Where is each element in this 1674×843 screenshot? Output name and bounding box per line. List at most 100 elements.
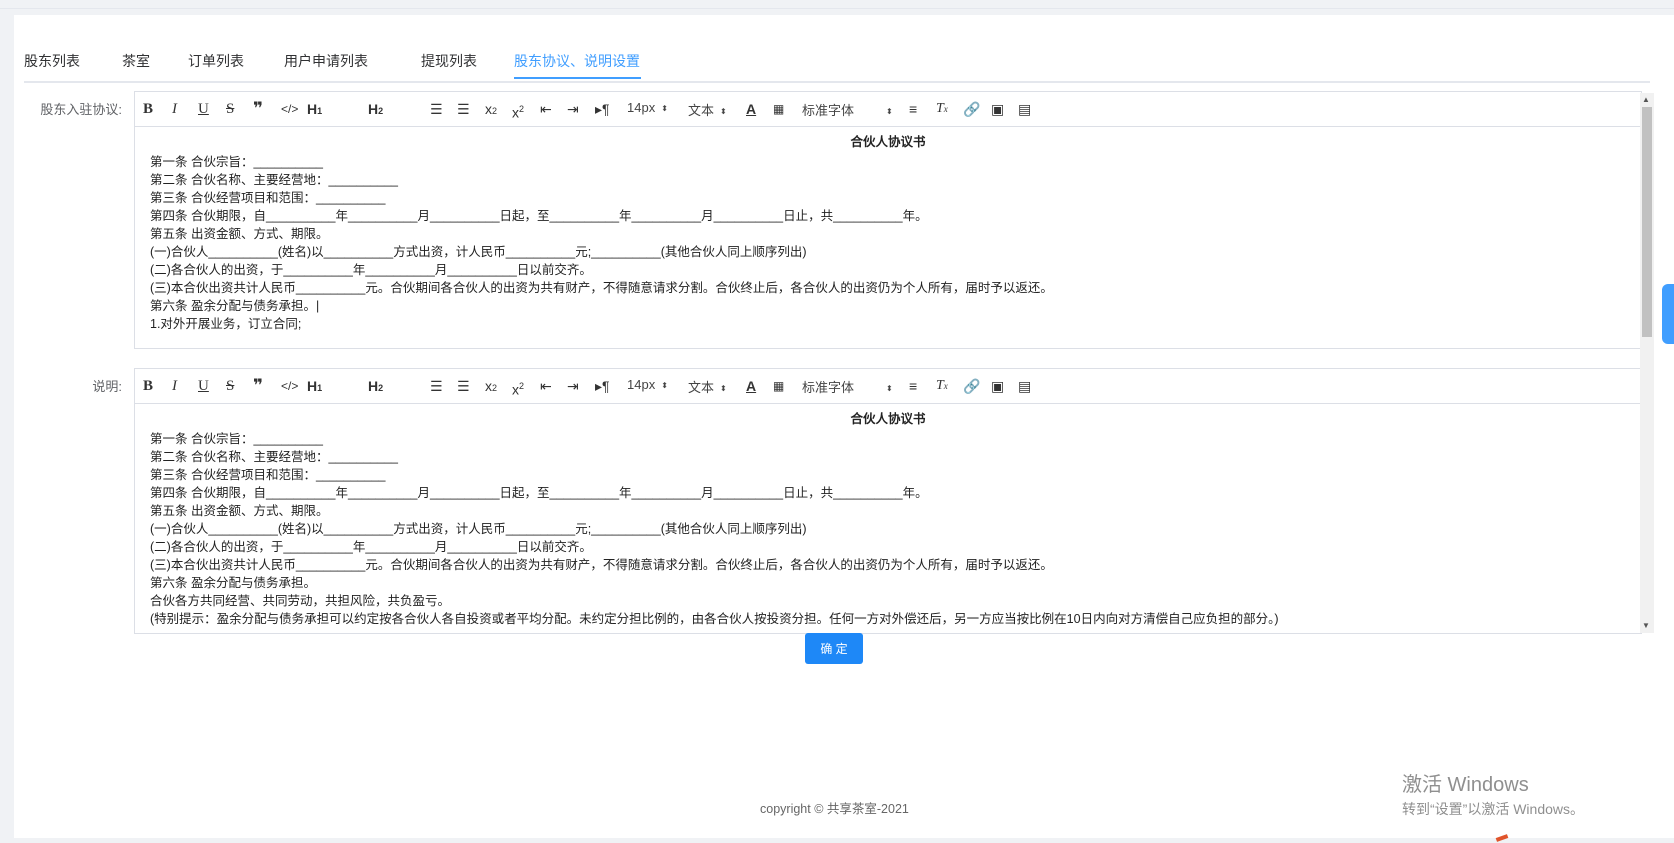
- agreement-editor: B I U S ❞ </> H1 H2 ☰ ☰ x2 x2 ⇤ ⇥ ▸¶ 14p…: [134, 91, 1642, 349]
- doc-line: 第四条 合伙期限，自__________年__________月________…: [150, 209, 928, 223]
- windows-activation-watermark: 激活 Windows 转到“设置”以激活 Windows。: [1402, 768, 1584, 819]
- watermark-subtitle: 转到“设置”以激活 Windows。: [1402, 801, 1585, 817]
- chevron-updown-icon: ⬍: [720, 384, 727, 394]
- text-type-picker[interactable]: 文本 ⬍: [688, 377, 727, 396]
- scroll-up-icon[interactable]: ▲: [1642, 95, 1650, 104]
- doc-line: 合伙各方共同经营、共同劳动，共担风险，共负盈亏。: [150, 594, 451, 608]
- doc-line: 第四条 合伙期限，自__________年__________月________…: [150, 486, 928, 500]
- agreement-editor-content[interactable]: 合伙人协议书 第一条 合伙宗旨：__________ 第二条 合伙名称、主要经营…: [135, 127, 1641, 348]
- superscript-icon[interactable]: x2: [512, 377, 524, 399]
- indent-icon[interactable]: ⇥: [567, 100, 579, 118]
- background-color-icon[interactable]: ▦: [773, 377, 784, 395]
- doc-line: 第六条 盈余分配与债务承担。|: [150, 299, 320, 313]
- link-icon[interactable]: 🔗: [963, 100, 980, 118]
- doc-line: (三)本合伙出资共计人民币__________元。合伙期间各合伙人的出资为共有财…: [150, 558, 1053, 572]
- doc-line: 第三条 合伙经营项目和范围：__________: [150, 191, 386, 205]
- font-family-picker[interactable]: 标准字体 ⬍: [802, 100, 893, 119]
- bold-icon[interactable]: B: [143, 377, 153, 395]
- h2-icon[interactable]: H2: [368, 100, 383, 120]
- subscript-icon[interactable]: x2: [485, 377, 497, 397]
- tab-order-list[interactable]: 订单列表: [188, 51, 244, 71]
- underline-icon[interactable]: U: [198, 100, 209, 118]
- clean-format-icon[interactable]: Tx: [936, 377, 948, 395]
- font-color-icon[interactable]: A: [746, 100, 756, 118]
- italic-icon[interactable]: I: [172, 377, 177, 395]
- image-icon[interactable]: ▣: [991, 377, 1004, 395]
- watermark-title: 激活 Windows: [1402, 774, 1529, 796]
- doc-line: 第五条 出资金额、方式、期限。: [150, 227, 329, 241]
- rtl-icon[interactable]: ▸¶: [595, 377, 610, 395]
- editor-toolbar: B I U S ❞ </> H1 H2 ☰ ☰ x2 x2 ⇤ ⇥ ▸¶ 14p…: [135, 369, 1641, 404]
- doc-line: (二)各合伙人的出资，于__________年__________月______…: [150, 540, 592, 554]
- outdent-icon[interactable]: ⇤: [540, 100, 552, 118]
- doc-line: 第三条 合伙经营项目和范围：__________: [150, 468, 386, 482]
- align-icon[interactable]: ≡: [909, 100, 917, 118]
- font-size-picker[interactable]: 14px ⬍: [627, 377, 668, 392]
- bold-icon[interactable]: B: [143, 100, 153, 118]
- font-family-picker[interactable]: 标准字体 ⬍: [802, 377, 893, 396]
- strike-icon[interactable]: S: [226, 377, 234, 395]
- doc-line: 第五条 出资金额、方式、期限。: [150, 504, 329, 518]
- active-tab-indicator: [514, 77, 641, 79]
- tab-withdrawal-list[interactable]: 提现列表: [421, 51, 477, 71]
- description-editor: B I U S ❞ </> H1 H2 ☰ ☰ x2 x2 ⇤ ⇥ ▸¶ 14p…: [134, 368, 1642, 634]
- indent-icon[interactable]: ⇥: [567, 377, 579, 395]
- chevron-updown-icon: ⬍: [886, 107, 893, 117]
- doc-line: 第一条 合伙宗旨：__________: [150, 155, 323, 169]
- strike-icon[interactable]: S: [226, 100, 234, 118]
- side-float-tab[interactable]: [1662, 284, 1674, 344]
- agreement-label: 股东入驻协议:: [40, 102, 122, 117]
- tab-shareholder-list[interactable]: 股东列表: [24, 51, 80, 71]
- doc-line: 第六条 盈余分配与债务承担。: [150, 576, 316, 590]
- h1-icon[interactable]: H1: [307, 377, 322, 397]
- doc-line: 第二条 合伙名称、主要经营地：__________: [150, 450, 398, 464]
- subscript-icon[interactable]: x2: [485, 100, 497, 120]
- scroll-down-icon[interactable]: ▼: [1642, 621, 1650, 630]
- footer-copyright: copyright © 共享茶室-2021: [760, 802, 909, 816]
- align-icon[interactable]: ≡: [909, 377, 917, 395]
- ordered-list-icon[interactable]: ☰: [430, 377, 443, 395]
- tab-agreement-settings[interactable]: 股东协议、说明设置: [514, 51, 640, 71]
- doc-title: 合伙人协议书: [850, 412, 926, 426]
- ordered-list-icon[interactable]: ☰: [430, 100, 443, 118]
- image-icon[interactable]: ▣: [991, 100, 1004, 118]
- video-icon[interactable]: ▤: [1018, 100, 1031, 118]
- link-icon[interactable]: 🔗: [963, 377, 980, 395]
- chevron-updown-icon: ⬍: [661, 104, 668, 114]
- font-color-icon[interactable]: A: [746, 377, 756, 395]
- quote-icon[interactable]: ❞: [253, 377, 263, 395]
- h1-icon[interactable]: H1: [307, 100, 322, 120]
- scrollbar-thumb[interactable]: [1642, 107, 1652, 337]
- code-icon[interactable]: </>: [281, 100, 298, 118]
- description-label: 说明:: [92, 379, 122, 394]
- italic-icon[interactable]: I: [172, 100, 177, 118]
- doc-line: (三)本合伙出资共计人民币__________元。合伙期间各合伙人的出资为共有财…: [150, 281, 1053, 295]
- bullet-list-icon[interactable]: ☰: [457, 100, 470, 118]
- tab-tea-room[interactable]: 茶室: [122, 51, 150, 71]
- clean-format-icon[interactable]: Tx: [936, 100, 948, 118]
- text-type-picker[interactable]: 文本 ⬍: [688, 100, 727, 119]
- description-editor-content[interactable]: 合伙人协议书 第一条 合伙宗旨：__________ 第二条 合伙名称、主要经营…: [135, 404, 1641, 633]
- bullet-list-icon[interactable]: ☰: [457, 377, 470, 395]
- doc-title: 合伙人协议书: [850, 135, 926, 149]
- form-scrollbar[interactable]: ▲ ▼: [1640, 93, 1654, 633]
- chevron-updown-icon: ⬍: [886, 384, 893, 394]
- confirm-button[interactable]: 确 定: [805, 633, 863, 664]
- quote-icon[interactable]: ❞: [253, 100, 263, 118]
- code-icon[interactable]: </>: [281, 377, 298, 395]
- font-size-picker[interactable]: 14px ⬍: [627, 100, 668, 115]
- superscript-icon[interactable]: x2: [512, 100, 524, 122]
- chevron-updown-icon: ⬍: [720, 107, 727, 117]
- doc-line: 1.对外开展业务，订立合同;: [150, 317, 302, 331]
- background-color-icon[interactable]: ▦: [773, 100, 784, 118]
- rtl-icon[interactable]: ▸¶: [595, 100, 610, 118]
- video-icon[interactable]: ▤: [1018, 377, 1031, 395]
- h2-icon[interactable]: H2: [368, 377, 383, 397]
- doc-line: (特别提示：盈余分配与债务承担可以约定按各合伙人各自投资或者平均分配。未约定分担…: [150, 612, 1279, 626]
- tab-user-application-list[interactable]: 用户申请列表: [284, 51, 368, 71]
- underline-icon[interactable]: U: [198, 377, 209, 395]
- outdent-icon[interactable]: ⇤: [540, 377, 552, 395]
- top-strip: [0, 0, 1674, 9]
- editor-toolbar: B I U S ❞ </> H1 H2 ☰ ☰ x2 x2 ⇤ ⇥ ▸¶ 14p…: [135, 92, 1641, 127]
- tab-bar: 股东列表 茶室 订单列表 用户申请列表 提现列表 股东协议、说明设置: [24, 35, 1650, 83]
